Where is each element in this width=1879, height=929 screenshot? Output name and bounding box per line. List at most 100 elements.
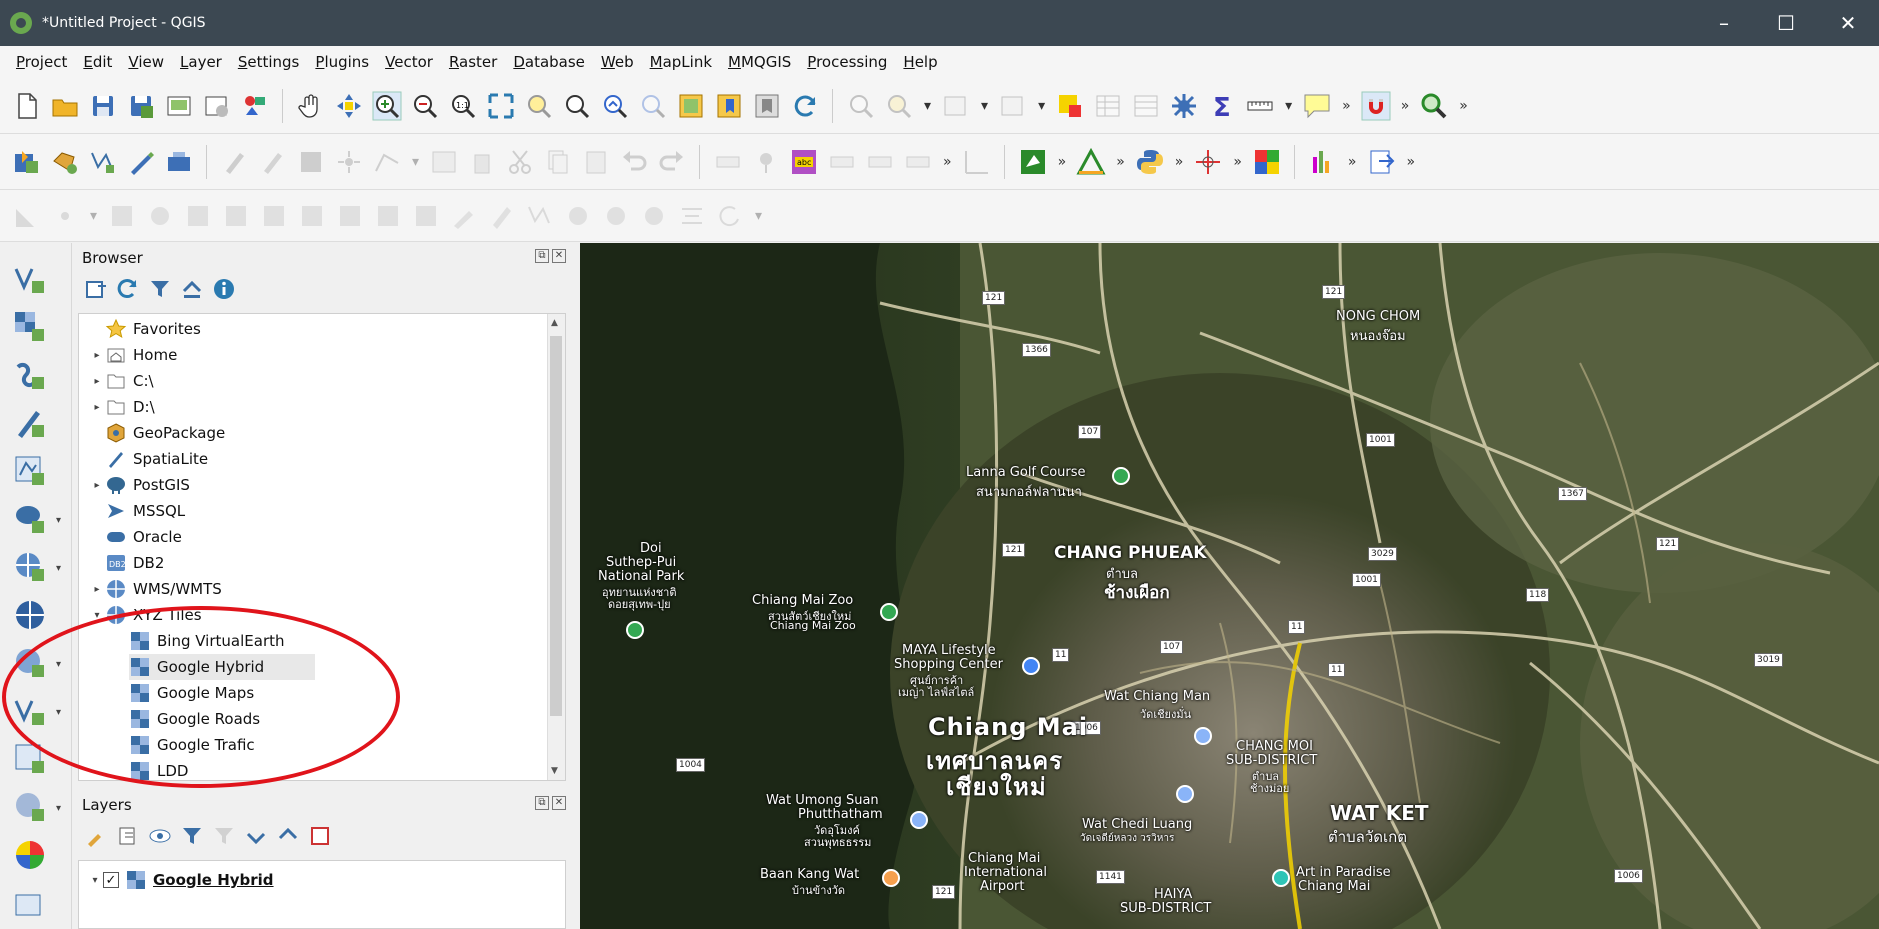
deselect-all-icon[interactable] <box>1053 89 1087 123</box>
modify-attributes-icon[interactable] <box>427 145 461 179</box>
add-wcs-layer-icon[interactable] <box>12 645 52 685</box>
refresh-icon[interactable] <box>788 89 822 123</box>
attribute-table-icon[interactable] <box>1091 89 1125 123</box>
filter-expression-icon[interactable] <box>212 824 236 848</box>
digitize-icon[interactable] <box>124 145 158 179</box>
field-calculator-icon[interactable] <box>1129 89 1163 123</box>
poi-orange-marker[interactable] <box>882 869 900 887</box>
show-bookmarks-icon[interactable] <box>750 89 784 123</box>
rotate-feature-icon[interactable] <box>561 199 595 233</box>
zoom-native-icon[interactable]: 1:1 <box>446 89 480 123</box>
zoom-out-icon[interactable] <box>408 89 442 123</box>
select-features-icon[interactable] <box>882 89 916 123</box>
pan-hand-icon[interactable] <box>294 89 328 123</box>
menu-layer[interactable]: Layer <box>172 53 230 71</box>
manage-map-themes-icon[interactable] <box>148 824 172 848</box>
zoom-in-icon[interactable] <box>370 89 404 123</box>
add-part-icon[interactable] <box>143 199 177 233</box>
add-wfs-layer-icon[interactable] <box>12 597 52 637</box>
menu-processing[interactable]: Processing <box>799 53 895 71</box>
browser-item-google-maps[interactable]: Google Maps <box>129 680 254 706</box>
raster-colors-icon[interactable] <box>1250 145 1284 179</box>
poi-green-marker[interactable] <box>626 621 644 639</box>
add-vector-layer-icon[interactable] <box>12 261 52 301</box>
close-panel-icon[interactable]: ✕ <box>552 249 566 263</box>
redo-icon[interactable] <box>655 145 689 179</box>
style-manager-icon[interactable] <box>238 89 272 123</box>
browser-item-postgis[interactable]: ▸ PostGIS <box>89 472 190 498</box>
layer-labeling-icon[interactable]: abc <box>787 145 821 179</box>
float-panel-icon[interactable]: ⧉ <box>535 249 549 263</box>
refresh-icon[interactable] <box>116 277 140 301</box>
add-raster-icon[interactable] <box>162 145 196 179</box>
advanced-digitizing-icon[interactable] <box>960 145 994 179</box>
minimize-button[interactable]: – <box>1693 0 1755 46</box>
browser-item-google-trafic[interactable]: Google Trafic <box>129 732 255 758</box>
new-project-icon[interactable] <box>10 89 44 123</box>
browser-item-xyz-tiles[interactable]: ▾ XYZ Tiles <box>89 602 202 628</box>
browser-item-oracle[interactable]: Oracle <box>89 524 182 550</box>
expand-all-icon[interactable] <box>244 824 268 848</box>
add-group-icon[interactable] <box>116 824 140 848</box>
menu-plugins[interactable]: Plugins <box>307 53 377 71</box>
add-raster-layer-icon[interactable] <box>12 309 52 349</box>
delete-selected-icon[interactable] <box>465 145 499 179</box>
menu-maplink[interactable]: MapLink <box>642 53 720 71</box>
maximize-button[interactable]: ☐ <box>1755 0 1817 46</box>
pin-labels-icon[interactable] <box>749 145 783 179</box>
toggle-editing-icon[interactable] <box>218 145 252 179</box>
new-shapefile-icon[interactable] <box>86 145 120 179</box>
menu-web[interactable]: Web <box>593 53 642 71</box>
plugin-export-icon[interactable] <box>1365 145 1399 179</box>
deselect-icon[interactable] <box>996 89 1030 123</box>
browser-item-c-drive[interactable]: ▸ C:\ <box>89 368 153 394</box>
merge-attributes-icon[interactable] <box>447 199 481 233</box>
georeferencer-icon[interactable] <box>1016 145 1050 179</box>
zoom-full-icon[interactable] <box>484 89 518 123</box>
snapping-magnet-icon[interactable] <box>1359 89 1393 123</box>
edit-pencil-icon[interactable] <box>256 145 290 179</box>
close-button[interactable]: ✕ <box>1817 0 1879 46</box>
vertex-tool-icon[interactable] <box>370 145 404 179</box>
statistics-sigma-icon[interactable]: Σ <box>1205 89 1239 123</box>
poi-green-marker[interactable] <box>880 603 898 621</box>
trim-extend-icon[interactable] <box>713 199 747 233</box>
move-label-icon[interactable] <box>863 145 897 179</box>
open-layer-styling-icon[interactable] <box>84 824 108 848</box>
align-icon[interactable] <box>675 199 709 233</box>
layer-visibility-checkbox[interactable]: ✓ <box>103 872 119 888</box>
offset-curve-icon[interactable] <box>295 199 329 233</box>
add-geopackage-layer-icon[interactable] <box>12 453 52 493</box>
menu-database[interactable]: Database <box>505 53 593 71</box>
poi-blue-marker[interactable] <box>1194 727 1212 745</box>
browser-item-ldd[interactable]: LDD <box>129 758 188 780</box>
collapse-all-icon[interactable] <box>276 824 300 848</box>
add-xyz-layer-icon[interactable] <box>12 837 52 877</box>
simplify-icon[interactable] <box>523 199 557 233</box>
browser-item-favorites[interactable]: Favorites <box>89 316 201 342</box>
delete-ring-icon[interactable] <box>181 199 215 233</box>
browser-item-google-hybrid[interactable]: Google Hybrid <box>129 654 315 680</box>
poi-green-marker[interactable] <box>1112 467 1130 485</box>
zoom-selection-icon[interactable] <box>522 89 556 123</box>
menu-mmqgis[interactable]: MMQGIS <box>720 53 799 71</box>
change-label-icon[interactable] <box>901 145 935 179</box>
properties-info-icon[interactable] <box>212 277 236 301</box>
collapse-all-icon[interactable] <box>180 277 204 301</box>
menu-help[interactable]: Help <box>895 53 945 71</box>
add-ring-icon[interactable] <box>48 199 82 233</box>
new-map-view-icon[interactable] <box>674 89 708 123</box>
rotate-symbols-icon[interactable] <box>485 199 519 233</box>
scroll-down-icon[interactable]: ▼ <box>551 766 558 776</box>
save-edits-icon[interactable] <box>294 145 328 179</box>
remove-layer-icon[interactable] <box>308 824 332 848</box>
scroll-up-icon[interactable]: ▲ <box>551 318 558 328</box>
poi-teal-marker[interactable] <box>1272 869 1290 887</box>
add-postgis-layer-icon[interactable] <box>12 501 52 541</box>
add-mesh-layer-icon[interactable] <box>12 357 52 397</box>
browser-item-d-drive[interactable]: ▸ D:\ <box>89 394 154 420</box>
add-point-icon[interactable] <box>332 145 366 179</box>
reverse-line-icon[interactable] <box>637 199 671 233</box>
filter-legend-icon[interactable] <box>180 824 204 848</box>
new-bookmark-icon[interactable] <box>712 89 746 123</box>
